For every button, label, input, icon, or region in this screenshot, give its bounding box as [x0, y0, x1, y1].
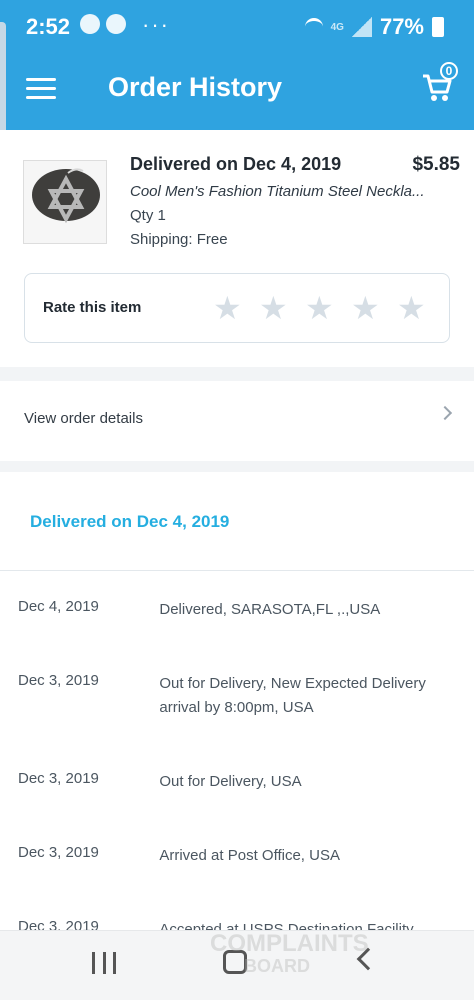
wifi-icon — [304, 18, 323, 36]
view-order-details-row[interactable]: View order details — [0, 381, 474, 461]
tracking-card: Delivered on Dec 4, 2019 Dec 4, 2019 Del… — [0, 472, 474, 1002]
watermark-logo: COMPLAINTS BOARD — [210, 930, 369, 977]
rate-item-box: Rate this item ★ ★ ★ ★ ★ — [24, 273, 450, 343]
network-type: 4G — [330, 21, 344, 33]
view-order-details-label: View order details — [24, 410, 143, 427]
product-thumbnail[interactable] — [23, 160, 107, 244]
product-quantity: Qty 1 — [130, 207, 166, 224]
order-delivery-status: Delivered on Dec 4, 2019 — [130, 154, 342, 174]
tracking-event-row: Dec 3, 2019 Out for Delivery, USA — [18, 770, 458, 794]
status-bar: 2:52 ··· 4G 77% — [0, 0, 474, 48]
product-name[interactable]: Cool Men's Fashion Titanium Steel Neckla… — [130, 183, 452, 200]
app-notification-icon — [106, 14, 126, 34]
battery-icon — [432, 17, 444, 37]
status-time: 2:52 — [26, 14, 71, 39]
tracking-event-row: Dec 4, 2019 Delivered, SARASOTA,FL ,.,US… — [18, 598, 458, 622]
rating-star-4-icon[interactable]: ★ — [351, 292, 383, 324]
rating-star-2-icon[interactable]: ★ — [259, 292, 291, 324]
tracking-event-row: Dec 3, 2019 Arrived at Post Office, USA — [18, 844, 458, 868]
tracking-event-description: Out for Delivery, New Expected Delivery … — [159, 675, 426, 716]
tracking-event-date: Dec 3, 2019 — [18, 672, 99, 689]
rating-star-3-icon[interactable]: ★ — [305, 292, 337, 324]
product-summary: Delivered on Dec 4, 2019 $5.85 Cool Men'… — [130, 154, 460, 248]
tracking-event-date: Dec 3, 2019 — [18, 844, 99, 861]
more-notifications-icon: ··· — [142, 12, 170, 37]
tracking-event-description: Delivered, SARASOTA,FL ,.,USA — [159, 601, 381, 618]
system-status-icons: 4G 77% — [304, 14, 444, 40]
status-notification-icons — [80, 14, 126, 34]
recent-apps-icon[interactable] — [92, 952, 116, 974]
necklace-image — [24, 161, 106, 243]
android-navigation-bar: COMPLAINTS BOARD — [0, 930, 474, 1000]
tracking-event-description: Arrived at Post Office, USA — [159, 847, 340, 864]
cart-count-badge: 0 — [440, 62, 458, 80]
rating-star-5-icon[interactable]: ★ — [397, 292, 429, 324]
chevron-right-icon — [437, 405, 453, 421]
tracking-event-description: Out for Delivery, USA — [159, 773, 302, 790]
app-notification-icon — [80, 14, 100, 34]
divider — [0, 570, 474, 571]
order-price: $5.85 — [412, 154, 460, 175]
rating-stars: ★ ★ ★ ★ ★ — [213, 292, 429, 324]
shipping-cost: Shipping: Free — [130, 231, 228, 248]
tracking-event-date: Dec 4, 2019 — [18, 598, 99, 615]
rate-item-label: Rate this item — [43, 299, 142, 316]
rating-star-1-icon[interactable]: ★ — [213, 292, 245, 324]
battery-percent: 77% — [379, 14, 424, 39]
signal-icon — [351, 17, 372, 37]
tracking-event-row: Dec 3, 2019 Out for Delivery, New Expect… — [18, 672, 458, 720]
tracking-title: Delivered on Dec 4, 2019 — [30, 512, 230, 531]
hamburger-menu-icon[interactable] — [26, 78, 56, 100]
app-header: Order History 0 — [0, 48, 474, 130]
tracking-event-date: Dec 3, 2019 — [18, 770, 99, 787]
page-title: Order History — [108, 72, 283, 102]
shopping-cart-icon[interactable]: 0 — [420, 62, 458, 104]
